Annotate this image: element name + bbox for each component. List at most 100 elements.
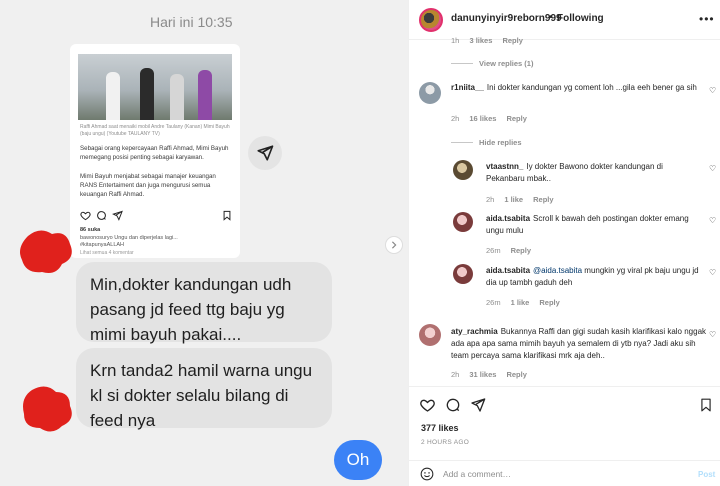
avatar[interactable] bbox=[419, 82, 441, 104]
comment-likes[interactable]: 1 like bbox=[511, 298, 530, 307]
photo-person bbox=[198, 70, 212, 120]
redacted-avatar bbox=[23, 386, 72, 432]
comment-input[interactable] bbox=[443, 466, 683, 482]
more-options-icon[interactable]: ••• bbox=[699, 12, 715, 26]
reply-button[interactable]: Reply bbox=[506, 370, 526, 379]
post-paragraph: Mimi Bayuh menjabat sebagai manajer keua… bbox=[80, 173, 216, 198]
divider bbox=[451, 63, 473, 64]
comment-text-line: vtaastnn_ Iy dokter Bawono dokter kandung… bbox=[486, 161, 701, 185]
share-icon[interactable] bbox=[470, 397, 486, 413]
comment-icon[interactable] bbox=[445, 397, 461, 413]
chevron-right-icon bbox=[391, 241, 397, 249]
photo-person bbox=[140, 68, 154, 120]
photo-person bbox=[106, 72, 120, 120]
post-actions bbox=[80, 210, 232, 222]
reply-button[interactable]: Reply bbox=[511, 246, 531, 255]
redacted-avatar bbox=[20, 230, 72, 273]
bookmark-icon[interactable] bbox=[699, 397, 713, 413]
forward-button[interactable] bbox=[248, 136, 282, 170]
reply-button[interactable]: Reply bbox=[533, 195, 553, 204]
next-arrow-button[interactable] bbox=[385, 236, 403, 254]
comment-likes[interactable]: 16 likes bbox=[469, 114, 496, 123]
chat-message-sent: Oh bbox=[334, 440, 382, 480]
like-heart-icon[interactable]: ♡ bbox=[709, 86, 716, 95]
instagram-comments-panel: danunyinyir9reborn999 • Following ••• 1h… bbox=[408, 0, 720, 486]
photo-person bbox=[170, 74, 184, 120]
chat-message: Min,dokter kandungan udh pasang jd feed … bbox=[76, 262, 332, 344]
post-header: danunyinyir9reborn999 • Following ••• bbox=[409, 0, 720, 40]
avatar[interactable] bbox=[453, 212, 473, 232]
paper-plane-icon bbox=[257, 145, 274, 161]
post-likes: 86 suka bbox=[80, 227, 101, 233]
mention-link[interactable]: @aida.tsabita bbox=[533, 266, 582, 275]
hide-replies-button[interactable]: Hide replies bbox=[479, 138, 522, 147]
avatar[interactable] bbox=[453, 264, 473, 284]
avatar[interactable] bbox=[453, 160, 473, 180]
comment-text-line: aida.tsabita Scroll k bawah deh postingan… bbox=[486, 213, 701, 237]
post-hashtags: #kitapunyaALLAH bbox=[80, 242, 125, 248]
comment-username[interactable]: aida.tsabita bbox=[486, 214, 530, 223]
like-heart-icon[interactable]: ♡ bbox=[709, 268, 716, 277]
post-photo-caption: Raffi Ahmad saat menaiki mobil Andre Tau… bbox=[80, 124, 230, 137]
post-caption-line: bawonosuryo Ungu dan diperjelas lagi... bbox=[80, 235, 178, 241]
heart-icon[interactable] bbox=[419, 397, 436, 413]
comment-text-line: aty_rachmia Bukannya Raffi dan gigi sudah… bbox=[451, 326, 711, 362]
comment-time: 2h bbox=[486, 195, 495, 204]
comment-likes[interactable]: 3 likes bbox=[469, 36, 492, 45]
like-heart-icon[interactable]: ♡ bbox=[709, 216, 716, 225]
comment: r1niita__ Ini dokter kandungan yg coment … bbox=[419, 82, 719, 128]
comment-meta: 26m Reply bbox=[486, 246, 541, 255]
post-comment-button[interactable]: Post bbox=[698, 470, 715, 479]
author-username[interactable]: danunyinyir9reborn999 bbox=[451, 13, 562, 24]
comment-meta: 2h 31 likes Reply bbox=[451, 370, 537, 379]
comment-time: 26m bbox=[486, 246, 501, 255]
reply-button[interactable]: Reply bbox=[506, 114, 526, 123]
add-comment-bar: Post bbox=[409, 460, 720, 486]
chat-timestamp: Hari ini 10:35 bbox=[150, 14, 233, 30]
comment-username[interactable]: aty_rachmia bbox=[451, 327, 498, 336]
comment-meta: 26m 1 like Reply bbox=[486, 298, 570, 307]
comment-text-line: r1niita__ Ini dokter kandungan yg coment … bbox=[451, 82, 699, 94]
bookmark-icon[interactable] bbox=[222, 210, 232, 221]
reply-comment: aida.tsabita Scroll k bawah deh postingan… bbox=[453, 212, 719, 258]
emoji-icon[interactable] bbox=[420, 467, 434, 481]
reply-comment: vtaastnn_ Iy dokter Bawono dokter kandung… bbox=[453, 160, 719, 206]
comment-body: Ini dokter kandungan yg coment loh ...gi… bbox=[486, 83, 697, 92]
like-heart-icon[interactable]: ♡ bbox=[709, 164, 716, 173]
chat-screenshot: Hari ini 10:35 Raffi Ahmad saat menaiki … bbox=[0, 0, 408, 486]
comment-meta: 2h 16 likes Reply bbox=[451, 114, 537, 123]
separator-dot: • bbox=[549, 12, 553, 23]
chat-message: Krn tanda2 hamil warna ungu kl si dokter… bbox=[76, 348, 332, 430]
divider bbox=[451, 142, 473, 143]
post-photo bbox=[78, 54, 232, 120]
comment-meta: 2h 1 like Reply bbox=[486, 195, 564, 204]
share-icon[interactable] bbox=[112, 210, 123, 221]
likes-count[interactable]: 377 likes bbox=[421, 423, 459, 433]
shared-post-card[interactable]: Raffi Ahmad saat menaiki mobil Andre Tau… bbox=[70, 44, 240, 258]
comment-username[interactable]: aida.tsabita bbox=[486, 266, 530, 275]
following-button[interactable]: Following bbox=[557, 13, 604, 24]
avatar[interactable] bbox=[419, 8, 443, 32]
comment-time: 2h bbox=[451, 114, 460, 123]
comment-meta: 1h 3 likes Reply bbox=[451, 36, 523, 45]
comment-likes[interactable]: 1 like bbox=[504, 195, 523, 204]
comment-username[interactable]: vtaastnn_ bbox=[486, 162, 523, 171]
comment-time: 1h bbox=[451, 36, 460, 45]
view-all-comments-link[interactable]: Lihat semua 4 komentar bbox=[80, 250, 134, 256]
comment-icon[interactable] bbox=[96, 210, 107, 221]
reply-comment: aida.tsabita @aida.tsabita mungkin yg vir… bbox=[453, 264, 719, 310]
comment-username[interactable]: r1niita__ bbox=[451, 83, 484, 92]
reply-button[interactable]: Reply bbox=[539, 298, 559, 307]
post-actions-bar: 377 likes 2 HOURS AGO bbox=[409, 386, 720, 468]
comment: aty_rachmia Bukannya Raffi dan gigi sudah… bbox=[419, 324, 719, 380]
avatar[interactable] bbox=[419, 324, 441, 346]
comment-time: 2h bbox=[451, 370, 460, 379]
comment-likes[interactable]: 31 likes bbox=[469, 370, 496, 379]
post-time: 2 HOURS AGO bbox=[421, 439, 470, 446]
comment-text-line: aida.tsabita @aida.tsabita mungkin yg vir… bbox=[486, 265, 701, 289]
reply-button[interactable]: Reply bbox=[502, 36, 522, 45]
comment-time: 26m bbox=[486, 298, 501, 307]
heart-icon[interactable] bbox=[80, 210, 91, 221]
view-replies-button[interactable]: View replies (1) bbox=[479, 59, 533, 68]
like-heart-icon[interactable]: ♡ bbox=[709, 330, 716, 339]
